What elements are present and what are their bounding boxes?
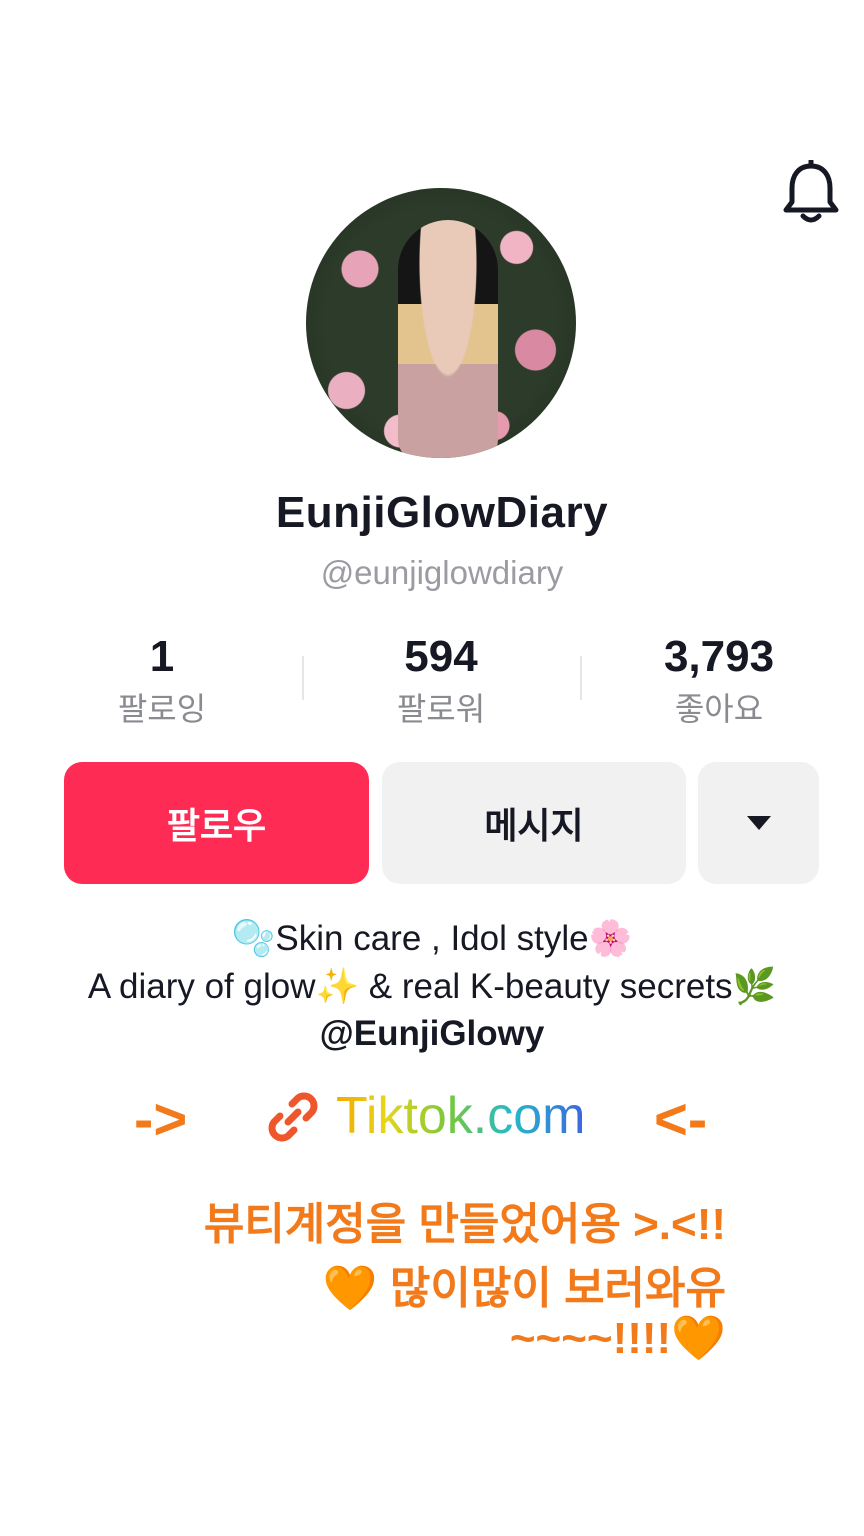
triangle-down-icon — [746, 816, 771, 830]
bio-mention[interactable]: @EunjiGlowy — [0, 1014, 864, 1054]
profile-avatar[interactable] — [306, 188, 576, 458]
arrow-left-decoration: <- — [654, 1087, 708, 1152]
bio-line-1: 🫧Skin care , Idol style🌸 — [231, 919, 633, 958]
display-name: EunjiGlowDiary — [275, 488, 609, 537]
followers-count: 594 — [404, 632, 478, 681]
more-options-button[interactable] — [698, 762, 819, 884]
arrow-right-decoration: -> — [134, 1087, 188, 1152]
bio-line-2: A diary of glow✨ & real K-beauty secrets… — [87, 967, 777, 1006]
avatar-figure — [398, 220, 498, 458]
following-label: 팔로잉 — [117, 691, 207, 727]
following-count: 1 — [149, 632, 175, 681]
link-icon[interactable] — [262, 1086, 324, 1148]
message-button[interactable]: 메시지 — [382, 762, 686, 884]
promo-line-2: 🧡 많이많이 보러와유 — [322, 1264, 726, 1313]
likes-label: 좋아요 — [674, 691, 764, 727]
profile-link[interactable]: Tiktok.com — [336, 1086, 585, 1146]
username-handle: @eunjiglowdiary — [320, 554, 564, 591]
stat-followers[interactable]: 594 팔로워 — [291, 632, 591, 730]
stat-following[interactable]: 1 팔로잉 — [12, 632, 312, 730]
likes-count: 3,793 — [663, 632, 775, 681]
promo-line-1: 뷰티계정을 만들었어용 >.<!! — [203, 1200, 726, 1249]
promo-line-3: ~~~~!!!!🧡 — [509, 1314, 726, 1363]
bell-icon[interactable] — [780, 160, 842, 228]
follow-button[interactable]: 팔로우 — [64, 762, 369, 884]
followers-label: 팔로워 — [396, 691, 486, 727]
stat-likes: 3,793 좋아요 — [569, 632, 864, 730]
